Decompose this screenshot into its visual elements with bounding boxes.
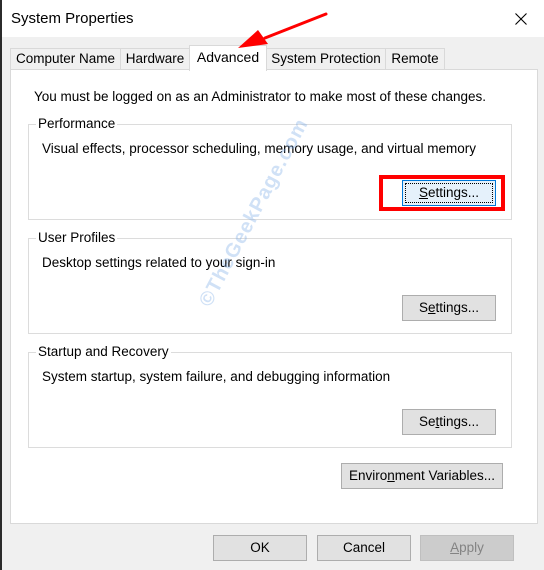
- tab-label: Remote: [391, 51, 439, 66]
- tab-hardware[interactable]: Hardware: [120, 48, 190, 69]
- performance-label: Performance: [36, 116, 118, 132]
- window-title: System Properties: [11, 10, 134, 27]
- tab-label: System Protection: [271, 51, 381, 66]
- user-profiles-label: User Profiles: [36, 230, 118, 246]
- cancel-button[interactable]: Cancel: [317, 535, 411, 561]
- close-icon: [515, 12, 527, 25]
- tab-label: Advanced: [196, 49, 260, 65]
- user-profiles-settings-button[interactable]: Settings...: [402, 295, 496, 321]
- button-text: tings...: [439, 414, 480, 429]
- advanced-panel: You must be logged on as an Administrato…: [10, 69, 538, 524]
- startup-recovery-settings-button[interactable]: Settings...: [402, 409, 496, 435]
- tab-label: Hardware: [125, 51, 185, 66]
- focus-rectangle: [405, 183, 493, 203]
- startup-recovery-group: Startup and Recovery System startup, sys…: [28, 344, 512, 448]
- button-text: OK: [250, 540, 270, 555]
- ok-button[interactable]: OK: [213, 535, 307, 561]
- tab-advanced[interactable]: Advanced: [189, 45, 267, 71]
- accelerator-key: A: [450, 540, 460, 555]
- tab-label: Computer Name: [15, 51, 116, 66]
- accelerator-key: n: [387, 468, 395, 483]
- button-text: pply: [459, 540, 484, 555]
- user-profiles-description: Desktop settings related to your sign-in: [42, 255, 276, 270]
- tab-computer-name[interactable]: Computer Name: [10, 48, 121, 69]
- accelerator-key: e: [427, 300, 436, 315]
- button-text: Se: [418, 414, 436, 429]
- dialog-body: Computer Name Hardware Advanced System P…: [2, 37, 544, 570]
- tab-system-protection[interactable]: System Protection: [266, 48, 386, 69]
- environment-variables-button[interactable]: Environment Variables...: [341, 463, 503, 489]
- admin-note: You must be logged on as an Administrato…: [34, 89, 487, 104]
- performance-settings-button[interactable]: Settings...: [402, 180, 496, 206]
- button-text: S: [418, 300, 428, 315]
- button-text: Cancel: [342, 540, 386, 555]
- title-bar: System Properties: [2, 0, 544, 37]
- button-text: ment Variables...: [394, 468, 496, 483]
- performance-description: Visual effects, processor scheduling, me…: [42, 141, 476, 156]
- apply-button[interactable]: Apply: [420, 535, 514, 561]
- performance-group: Performance Visual effects, processor sc…: [28, 116, 512, 220]
- startup-recovery-label: Startup and Recovery: [36, 344, 171, 360]
- button-text: Enviro: [348, 468, 388, 483]
- user-profiles-group: User Profiles Desktop settings related t…: [28, 230, 512, 334]
- tab-remote[interactable]: Remote: [385, 48, 445, 69]
- button-text: ttings...: [435, 300, 480, 315]
- close-button[interactable]: [498, 0, 544, 37]
- startup-recovery-description: System startup, system failure, and debu…: [42, 369, 391, 384]
